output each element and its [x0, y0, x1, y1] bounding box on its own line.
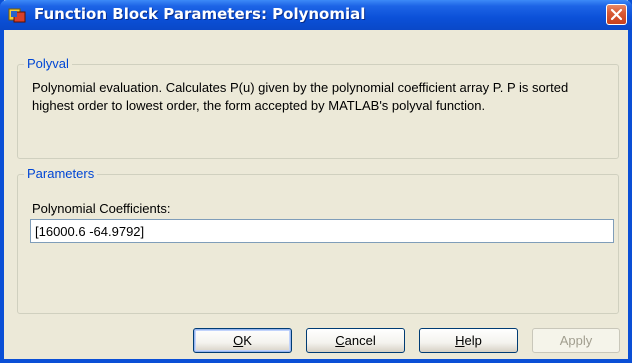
cancel-hotkey: C [335, 333, 345, 348]
help-hotkey: H [455, 333, 465, 348]
cancel-label: ancel [344, 333, 376, 348]
help-label: elp [464, 333, 482, 348]
help-button[interactable]: Help [419, 328, 518, 353]
block-description: Polynomial evaluation. Calculates P(u) g… [32, 80, 569, 113]
parameters-group-label: Parameters [24, 166, 98, 182]
parameters-group: Parameters Polynomial Coefficients: [17, 166, 619, 314]
ok-hotkey: O [233, 333, 244, 348]
simulink-block-icon [8, 7, 26, 23]
apply-button[interactable]: Apply [532, 328, 620, 353]
close-icon [610, 8, 623, 21]
ok-label: K [243, 333, 252, 348]
window-title: Function Block Parameters: Polynomial [34, 5, 366, 23]
coefficients-input[interactable] [30, 219, 614, 243]
title-bar[interactable]: Function Block Parameters: Polynomial [0, 0, 632, 30]
close-button[interactable] [606, 4, 627, 25]
polyval-group: Polyval Polynomial evaluation. Calculate… [17, 56, 619, 159]
apply-label: Apply [559, 333, 593, 348]
polyval-group-label: Polyval [24, 56, 72, 72]
cancel-button[interactable]: Cancel [306, 328, 405, 353]
ok-button[interactable]: OK [193, 328, 292, 353]
dialog-window: Function Block Parameters: Polynomial Po… [0, 0, 632, 363]
coefficients-label: Polynomial Coefficients: [32, 201, 171, 216]
